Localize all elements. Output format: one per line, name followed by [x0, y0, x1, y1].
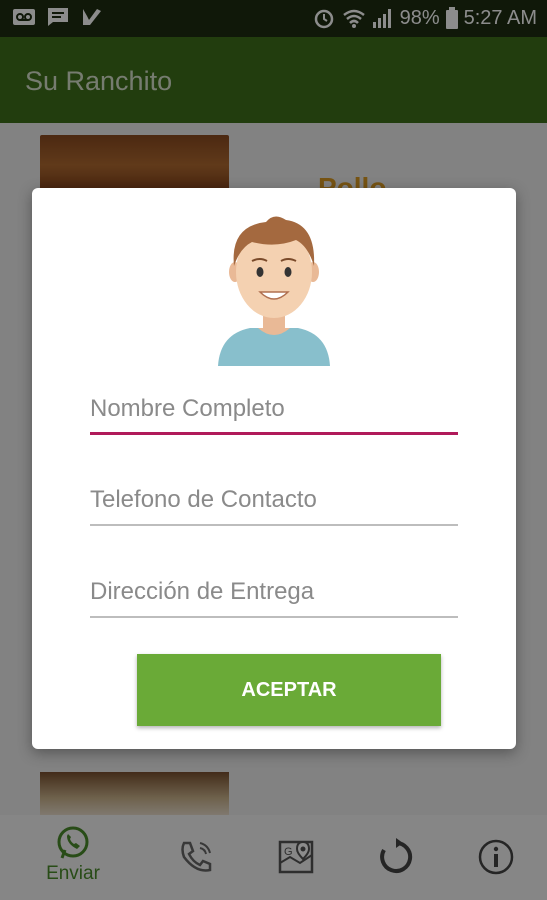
user-avatar-icon [218, 216, 330, 366]
delivery-address-underline [90, 616, 458, 618]
delivery-address-field[interactable] [90, 572, 458, 618]
delivery-address-input[interactable] [90, 572, 458, 612]
contact-phone-underline [90, 524, 458, 526]
full-name-underline [90, 432, 458, 435]
full-name-input[interactable] [90, 389, 458, 429]
contact-phone-input[interactable] [90, 480, 458, 520]
accept-button[interactable]: ACEPTAR [137, 654, 441, 726]
full-name-field[interactable] [90, 389, 458, 435]
customer-info-dialog: ACEPTAR [32, 188, 516, 749]
contact-phone-field[interactable] [90, 480, 458, 526]
